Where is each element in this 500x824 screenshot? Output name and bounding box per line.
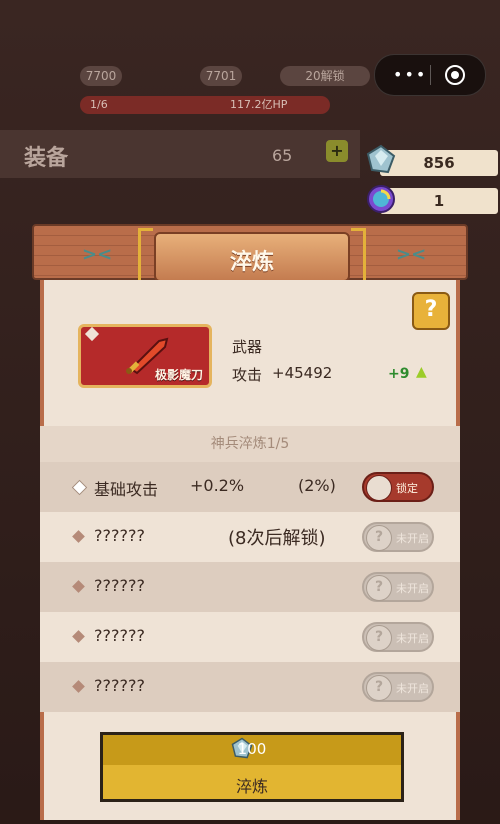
attribute-name: ?????? [94,576,145,595]
diamond-icon [72,630,85,643]
modal-title: 淬炼 [229,250,274,275]
close-circle-icon[interactable] [445,65,465,85]
hp-value: 117.2亿HP [230,98,288,111]
list-item: ?????? (8次后解锁) ? 未开启 [40,512,460,562]
attack-value: +45492 [272,364,333,382]
unlock-hint: (8次后解锁) [228,528,326,549]
weapon-type: 武器 [232,338,263,356]
arrow-up-icon: ▲ [416,364,427,380]
refine-modal: >< >< 淬炼 ? 极影魔刀 武器 攻击 +45492 +9 ▲ 神兵淬炼1/… [32,224,468,824]
attack-label: 攻击 [232,366,263,384]
list-item: ?????? ? 未开启 [40,562,460,612]
attribute-value: +0.2% [190,476,245,495]
question-icon: ? [366,675,392,701]
lock-toggle[interactable]: ? 未开启 [362,672,434,702]
modal-header: >< >< 淬炼 [32,224,468,284]
gem-counter: 856 [380,150,498,176]
refine-cost-bar: 100 [103,735,401,765]
refine-progress: 神兵淬炼1/5 [40,426,460,462]
orb-counter: 1 [380,188,498,214]
attribute-name: ?????? [94,526,145,545]
toggle-label: 未开启 [396,582,429,595]
level-right-pill: 7701 [200,66,242,86]
lock-toggle[interactable]: 锁定 [362,472,434,502]
refine-button[interactable]: 100 淬炼 [100,732,404,802]
attribute-name: ?????? [94,626,145,645]
diamond-icon [71,479,88,496]
question-icon: ? [366,575,392,601]
attribute-name: 基础攻击 [94,480,159,499]
question-icon: ? [366,625,392,651]
lock-icon [366,475,392,501]
attack-bonus: +9 [388,366,410,382]
toggle-label: 未开启 [396,632,429,645]
fish-ornament-icon: >< [396,244,427,265]
attribute-name: ?????? [94,676,145,695]
lock-toggle[interactable]: ? 未开启 [362,572,434,602]
equip-add-button[interactable]: + [326,140,348,162]
list-item: 基础攻击 +0.2% (2%) 锁定 [40,462,460,512]
hp-bar: 1/6 117.2亿HP [80,96,330,114]
list-item: ?????? ? 未开启 [40,612,460,662]
gem-icon [366,144,396,174]
stage-progress: 1/6 [90,98,108,111]
equip-value: 65 [272,146,293,165]
orb-icon [367,185,395,213]
toggle-label: 未开启 [396,682,429,695]
title-plate: 淬炼 [138,228,366,284]
diamond-icon [72,680,85,693]
refine-attribute-list: 基础攻击 +0.2% (2%) 锁定 ?????? (8次后解锁) ? 未开启 … [40,462,460,712]
weapon-card[interactable]: 极影魔刀 [78,324,212,388]
help-button[interactable]: ? [412,292,450,330]
capsule-divider [430,65,431,85]
equip-title: 装备 [24,146,69,171]
weapon-name: 极影魔刀 [154,368,203,382]
unlock-pill[interactable]: 20解锁 [280,66,370,86]
level-left-pill: 7700 [80,66,122,86]
mini-program-capsule: ••• [374,54,486,96]
toggle-label: 未开启 [396,532,429,545]
lock-toggle[interactable]: ? 未开启 [362,622,434,652]
lock-toggle[interactable]: ? 未开启 [362,522,434,552]
question-icon: ? [366,525,392,551]
diamond-icon [72,530,85,543]
refine-button-label: 淬炼 [235,777,268,796]
toggle-label: 锁定 [396,482,418,495]
list-item: ?????? ? 未开启 [40,662,460,712]
rarity-diamond-icon [84,326,100,342]
fish-ornament-icon: >< [82,244,113,265]
attribute-percent: (2%) [298,476,336,495]
diamond-icon [72,580,85,593]
refine-cost: 100 [237,740,267,758]
more-icon[interactable]: ••• [393,65,427,84]
